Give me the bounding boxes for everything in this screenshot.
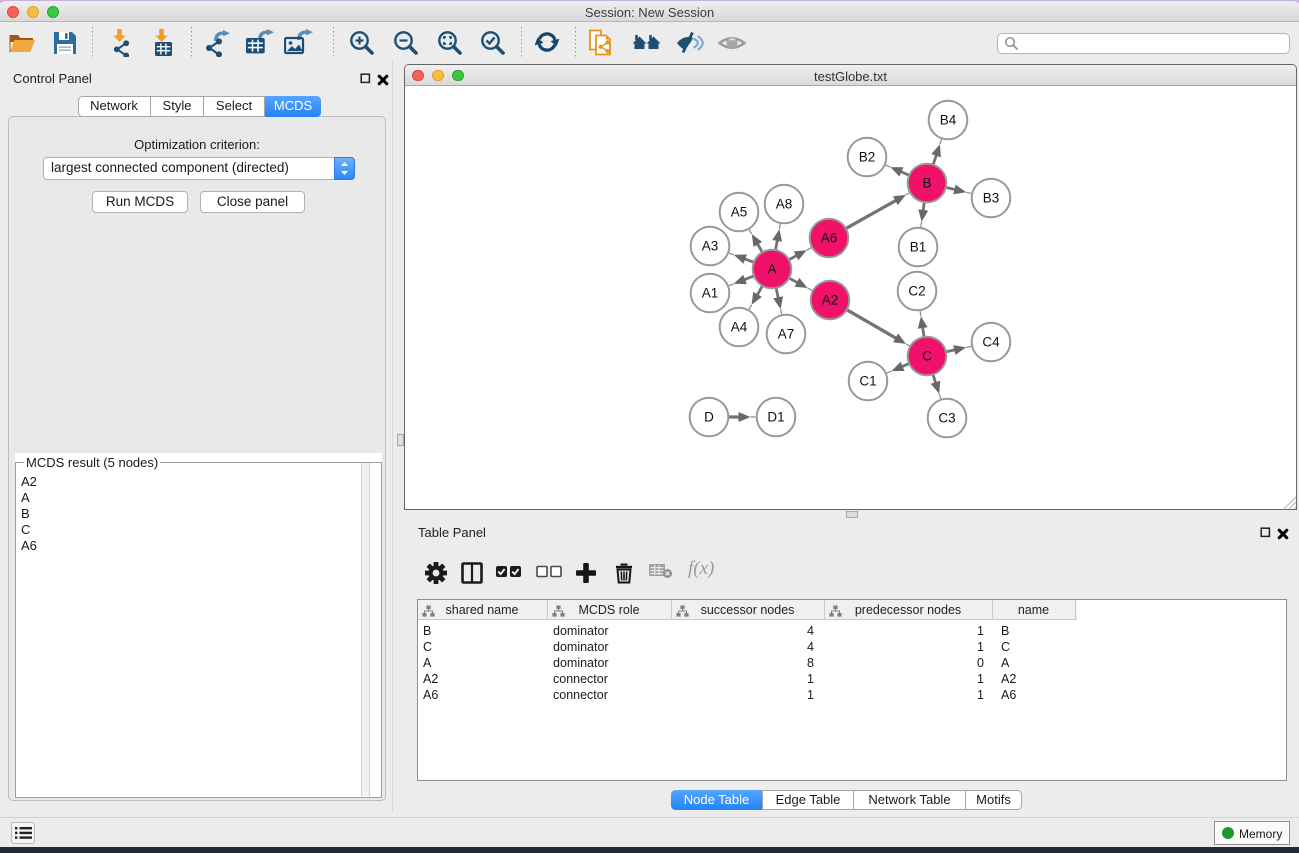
- svg-text:C4: C4: [982, 335, 1000, 350]
- svg-text:D: D: [704, 410, 714, 425]
- svg-text:A1: A1: [702, 286, 719, 301]
- svg-text:A3: A3: [702, 239, 719, 254]
- svg-text:B2: B2: [859, 150, 876, 165]
- svg-text:A5: A5: [731, 205, 748, 220]
- svg-text:A2: A2: [822, 293, 839, 308]
- svg-text:C3: C3: [938, 411, 955, 426]
- svg-text:B1: B1: [910, 240, 927, 255]
- svg-text:A: A: [767, 262, 776, 277]
- svg-text:B4: B4: [940, 113, 957, 128]
- svg-text:A7: A7: [778, 327, 795, 342]
- svg-text:A4: A4: [731, 320, 748, 335]
- svg-text:D1: D1: [767, 410, 784, 425]
- svg-text:A6: A6: [821, 231, 838, 246]
- svg-text:C: C: [922, 349, 932, 364]
- svg-text:B: B: [922, 176, 931, 191]
- svg-text:A8: A8: [776, 197, 793, 212]
- svg-text:C2: C2: [908, 284, 925, 299]
- svg-text:C1: C1: [859, 374, 876, 389]
- svg-text:B3: B3: [983, 191, 1000, 206]
